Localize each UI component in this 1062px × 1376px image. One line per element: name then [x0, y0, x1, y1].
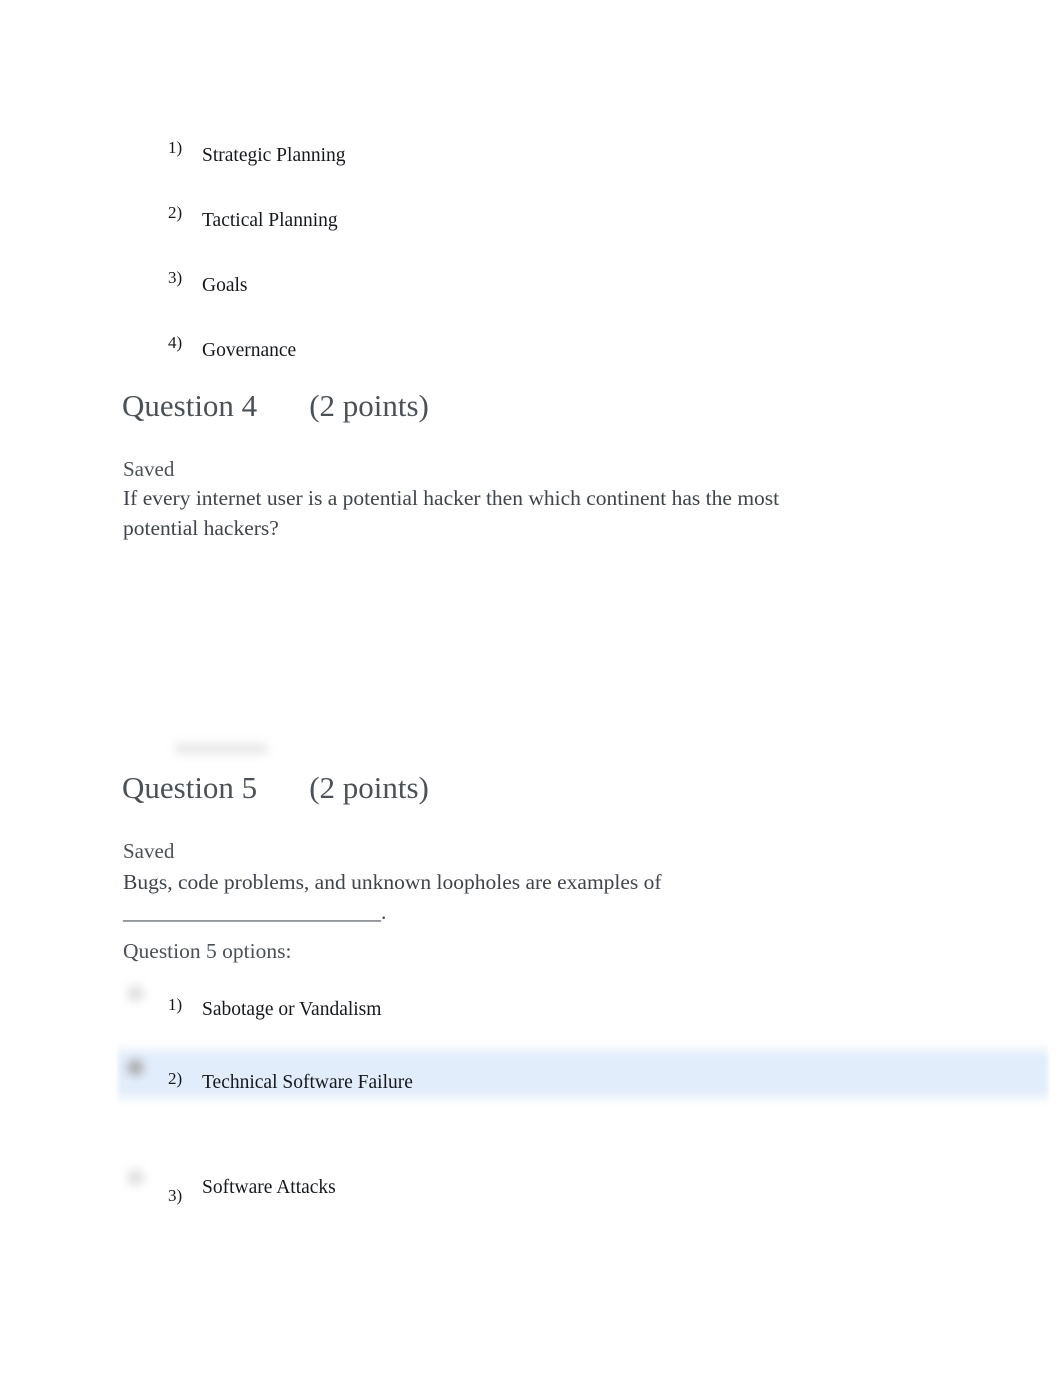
- option-row-3[interactable]: 3) Software Attacks: [0, 1107, 1062, 1204]
- carried-option-list: 1) Strategic Planning 2) Tactical Planni…: [168, 133, 868, 393]
- option-row-2[interactable]: 2) Technical Software Failure: [0, 1041, 1062, 1107]
- question-5-status: Saved: [123, 839, 175, 863]
- option-marker: 1): [168, 138, 183, 157]
- option-marker: 2): [168, 1069, 183, 1088]
- document-page: 1) Strategic Planning 2) Tactical Planni…: [0, 0, 1062, 1376]
- option-label: Tactical Planning: [202, 210, 338, 231]
- question-5-options: 1) Sabotage or Vandalism 2) Technical So…: [0, 975, 1062, 1204]
- radio-button-icon[interactable]: [127, 1169, 144, 1186]
- option-label: Sabotage or Vandalism: [202, 999, 382, 1020]
- option-row-1[interactable]: 1) Sabotage or Vandalism: [0, 975, 1062, 1041]
- option-label: Strategic Planning: [202, 145, 346, 166]
- page-artifact-smudge: [175, 744, 267, 753]
- option-label: Goals: [202, 275, 248, 296]
- option-label: Governance: [202, 340, 297, 361]
- question-5-heading: Question 5 (2 points): [122, 772, 429, 803]
- question-5-title: Question 5: [122, 770, 258, 805]
- list-item[interactable]: 3) Goals: [168, 263, 868, 328]
- option-marker: 2): [168, 203, 183, 222]
- question-5-prompt: Bugs, code problems, and unknown loophol…: [123, 870, 662, 924]
- list-item[interactable]: 4) Governance: [168, 328, 868, 393]
- question-4-prompt: If every internet user is a potential ha…: [123, 486, 780, 540]
- radio-button-icon[interactable]: [127, 1059, 144, 1076]
- question-4-status: Saved: [123, 457, 175, 481]
- question-5-options-label: Question 5 options:: [123, 939, 292, 963]
- option-marker: 4): [168, 333, 183, 352]
- question-4-heading: Question 4 (2 points): [122, 390, 429, 421]
- option-marker: 3): [168, 1186, 183, 1205]
- option-label: Technical Software Failure: [202, 1072, 413, 1093]
- question-4-title: Question 4: [122, 388, 258, 423]
- option-marker: 1): [168, 995, 183, 1014]
- question-4-points: (2 points): [309, 388, 429, 423]
- list-item[interactable]: 2) Tactical Planning: [168, 198, 868, 263]
- option-label: Software Attacks: [202, 1177, 336, 1198]
- question-5-points: (2 points): [309, 770, 429, 805]
- list-item[interactable]: 1) Strategic Planning: [168, 133, 868, 198]
- option-marker: 3): [168, 268, 183, 287]
- radio-button-icon[interactable]: [127, 985, 144, 1002]
